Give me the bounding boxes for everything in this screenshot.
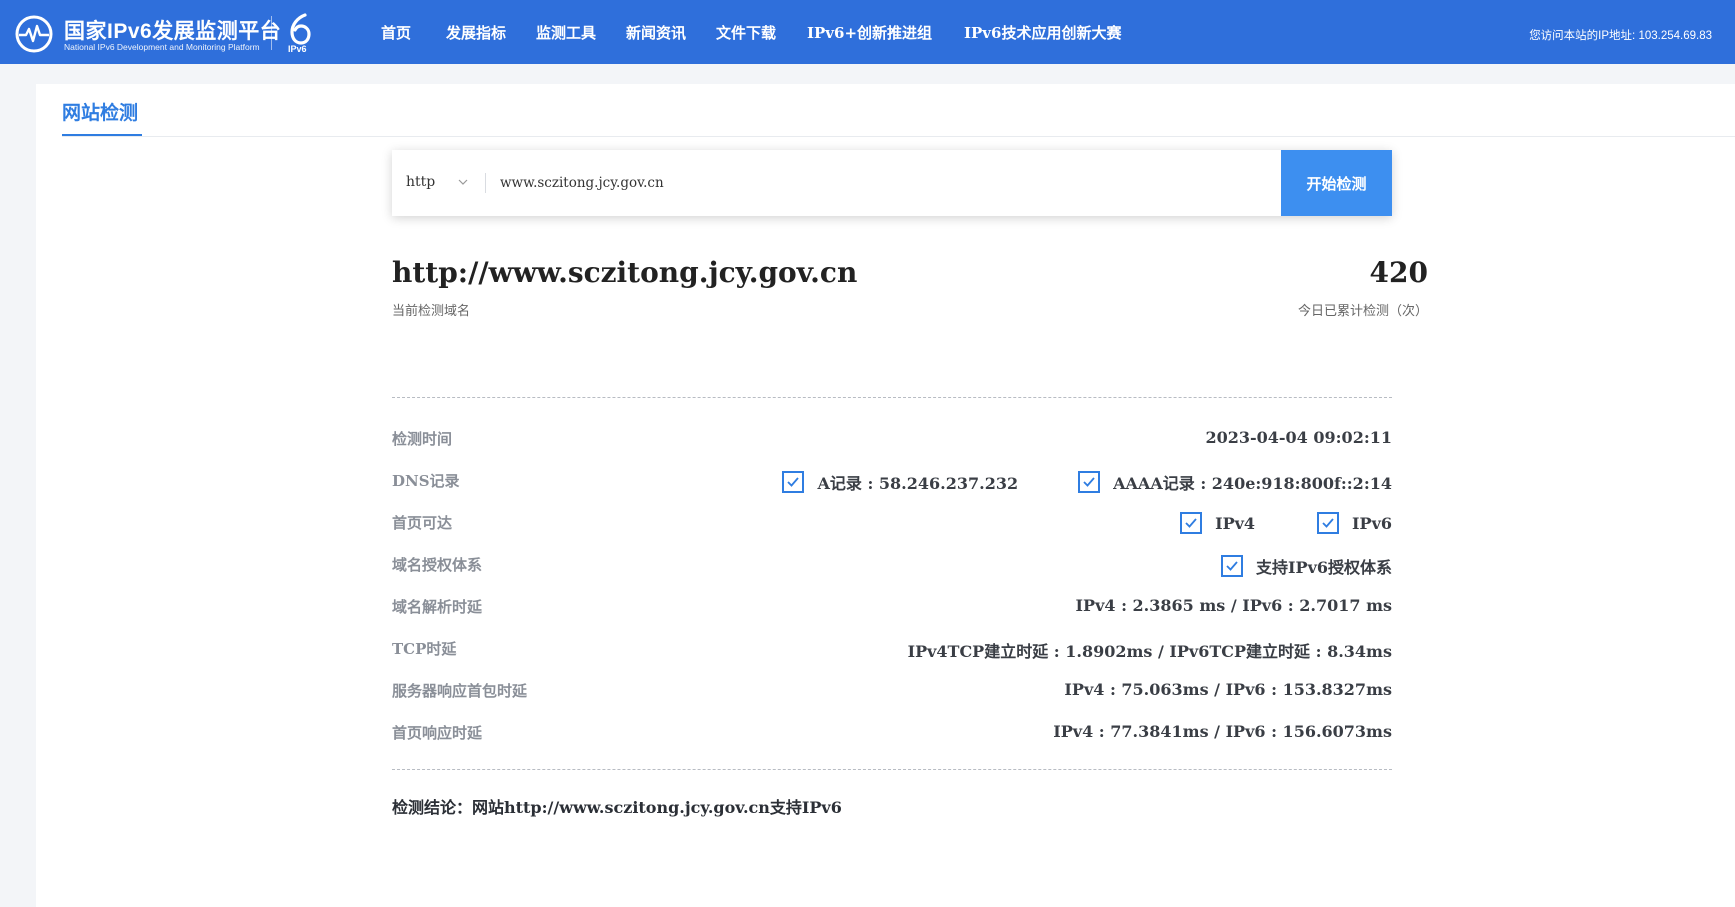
- row-label: 首页可达: [392, 514, 453, 532]
- search-divider: [485, 173, 486, 193]
- row-label: 域名授权体系: [392, 556, 483, 574]
- row-value: IPv4 : 2.3865 ms / IPv6 : 2.7017 ms: [1075, 596, 1392, 615]
- homepage-ipv6-text: IPv6: [1352, 513, 1392, 533]
- row-label: DNS记录: [392, 472, 460, 490]
- homepage-ipv4: IPv4: [1180, 512, 1255, 534]
- nav-downloads[interactable]: 文件下载: [716, 22, 776, 43]
- row-label: 服务器响应首包时延: [392, 682, 528, 700]
- row-label: TCP时延: [392, 640, 457, 658]
- dns-aaaa-record: AAAA记录 : 240e:918:800f::2:14: [1078, 470, 1392, 494]
- row-value: IPv4 : 75.063ms / IPv6 : 153.8327ms: [1064, 680, 1392, 699]
- dns-a-record-text: A记录 : 58.246.237.232: [817, 474, 1019, 493]
- nav-home[interactable]: 首页: [381, 22, 411, 43]
- homepage-ipv6: IPv6: [1317, 512, 1392, 534]
- logo-divider: [271, 16, 272, 50]
- start-check-button[interactable]: 开始检测: [1281, 150, 1392, 216]
- result-row-first-packet: 服务器响应首包时延 IPv4 : 75.063ms / IPv6 : 153.8…: [392, 674, 1392, 704]
- tab-website-check[interactable]: 网站检测: [62, 98, 138, 125]
- row-value: A记录 : 58.246.237.232 AAAA记录 : 240e:918:8…: [782, 470, 1392, 494]
- result-row-authority: 域名授权体系 支持IPv6授权体系: [392, 548, 1392, 578]
- search-bar: http 开始检测: [392, 150, 1392, 216]
- dns-aaaa-record-text: AAAA记录 : 240e:918:800f::2:14: [1113, 474, 1392, 493]
- result-row-homepage: 首页可达 IPv4 IPv6: [392, 506, 1392, 536]
- nav-news[interactable]: 新闻资讯: [626, 22, 686, 43]
- homepage-ipv4-text: IPv4: [1215, 513, 1256, 533]
- chevron-down-icon[interactable]: [458, 179, 468, 185]
- authority-support-text: 支持IPv6授权体系: [1256, 558, 1392, 577]
- checked-domain-caption: 当前检测域名: [392, 304, 471, 319]
- row-value: IPv4 : 77.3841ms / IPv6 : 156.6073ms: [1053, 722, 1392, 741]
- row-value: 支持IPv6授权体系: [1221, 554, 1392, 578]
- ipv6-logo-icon: [290, 13, 311, 45]
- platform-subtitle: National IPv6 Development and Monitoring…: [64, 42, 260, 52]
- row-label: 首页响应时延: [392, 724, 483, 742]
- ipv6-logo-label: IPv6: [288, 44, 307, 54]
- nav-ipv6-contest[interactable]: IPv6技术应用创新大赛: [964, 22, 1121, 43]
- url-input[interactable]: [500, 168, 1260, 198]
- dns-a-record: A记录 : 58.246.237.232: [782, 470, 1018, 494]
- authority-support: 支持IPv6授权体系: [1221, 554, 1392, 578]
- platform-logo-icon[interactable]: [14, 14, 54, 54]
- row-value: IPv4TCP建立时延 : 1.8902ms / IPv6TCP建立时延 : 8…: [907, 642, 1392, 661]
- checkbox-checked-icon: [782, 471, 805, 493]
- row-value: 2023-04-04 09:02:11: [1205, 428, 1392, 447]
- checkbox-checked-icon: [1180, 512, 1203, 534]
- result-row-resolve: 域名解析时延 IPv4 : 2.3865 ms / IPv6 : 2.7017 …: [392, 590, 1392, 620]
- protocol-select[interactable]: http: [406, 174, 435, 190]
- checked-domain: http://www.sczitong.jcy.gov.cn: [392, 256, 858, 289]
- nav-ipv6-plus[interactable]: IPv6+创新推进组: [807, 22, 932, 43]
- row-label: 检测时间: [392, 430, 453, 448]
- checkbox-checked-icon: [1078, 471, 1101, 493]
- check-conclusion: 检测结论：网站http://www.sczitong.jcy.gov.cn支持I…: [392, 798, 842, 817]
- divider-top: [392, 397, 1392, 398]
- nav-indicators[interactable]: 发展指标: [446, 22, 506, 43]
- checkbox-checked-icon: [1317, 512, 1340, 534]
- nav-monitoring-tools[interactable]: 监测工具: [536, 22, 596, 43]
- platform-title[interactable]: 国家IPv6发展监测平台: [64, 15, 281, 45]
- row-label: 域名解析时延: [392, 598, 483, 616]
- daily-check-count: 420: [1369, 256, 1428, 289]
- result-row-tcp: TCP时延 IPv4TCP建立时延 : 1.8902ms / IPv6TCP建立…: [392, 632, 1392, 662]
- top-bar: 国家IPv6发展监测平台 National IPv6 Development a…: [0, 0, 1735, 64]
- result-row-homepage-latency: 首页响应时延 IPv4 : 77.3841ms / IPv6 : 156.607…: [392, 716, 1392, 746]
- result-row-dns: DNS记录 A记录 : 58.246.237.232 AAAA记录 : 240e…: [392, 464, 1392, 494]
- divider-bottom: [392, 769, 1392, 770]
- result-row-time: 检测时间 2023-04-04 09:02:11: [392, 422, 1392, 452]
- daily-check-count-caption: 今日已累计检测（次）: [1297, 304, 1428, 319]
- visitor-ip-info: 您访问本站的IP地址: 103.254.69.83: [1529, 30, 1712, 42]
- checkbox-checked-icon: [1221, 555, 1244, 577]
- row-value: IPv4 IPv6: [1180, 512, 1392, 534]
- tab-bar-border: [62, 136, 1735, 137]
